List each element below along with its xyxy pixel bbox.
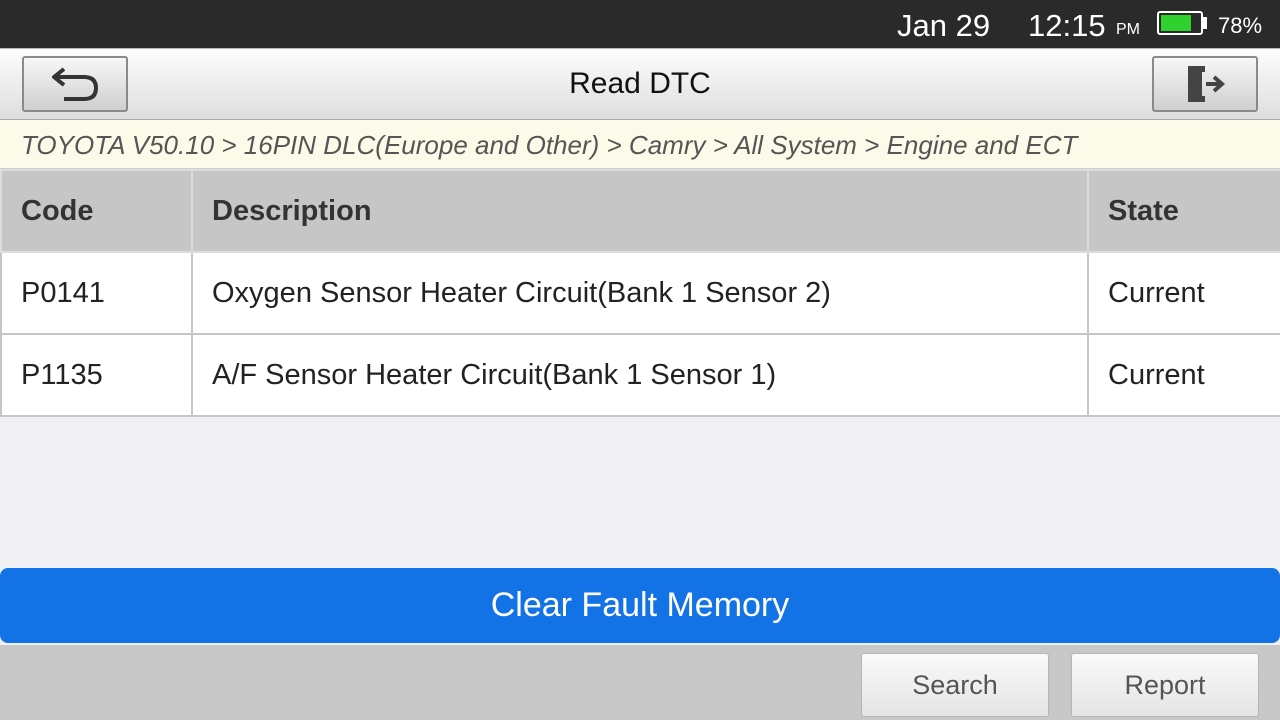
column-header-code: Code xyxy=(0,169,193,253)
dtc-code: P0141 xyxy=(0,251,193,335)
dtc-description: A/F Sensor Heater Circuit(Bank 1 Sensor … xyxy=(191,333,1089,417)
dtc-state: Current xyxy=(1087,333,1280,417)
battery-tip xyxy=(1203,17,1207,29)
dtc-code: P1135 xyxy=(0,333,193,417)
status-bar: Jan 29 12:15 PM 78% xyxy=(0,0,1280,48)
breadcrumb: TOYOTA V50.10 > 16PIN DLC(Europe and Oth… xyxy=(0,120,1280,169)
column-header-description: Description xyxy=(191,169,1089,253)
status-time: 12:15 xyxy=(1028,8,1106,43)
battery-level xyxy=(1161,15,1191,31)
battery-percent: 78% xyxy=(1218,13,1263,38)
dtc-table: Code Description State P0141 Oxygen Sens… xyxy=(0,169,1280,417)
page-title: Read DTC xyxy=(569,67,711,100)
dtc-state: Current xyxy=(1087,251,1280,335)
table-row[interactable]: P1135 A/F Sensor Heater Circuit(Bank 1 S… xyxy=(0,333,1280,417)
exit-door-icon xyxy=(1188,66,1226,102)
status-ampm: PM xyxy=(1116,21,1140,38)
status-date: Jan 29 xyxy=(897,8,991,43)
column-header-state: State xyxy=(1087,169,1280,253)
exit-button[interactable] xyxy=(1152,56,1258,112)
report-button[interactable]: Report xyxy=(1071,653,1259,717)
bottom-bar: Search Report xyxy=(0,645,1280,720)
clear-fault-memory-button[interactable]: Clear Fault Memory xyxy=(0,568,1280,643)
table-header-row: Code Description State xyxy=(0,169,1280,253)
table-row[interactable]: P0141 Oxygen Sensor Heater Circuit(Bank … xyxy=(0,251,1280,335)
title-bar: Read DTC xyxy=(0,48,1280,120)
search-button[interactable]: Search xyxy=(861,653,1049,717)
dtc-description: Oxygen Sensor Heater Circuit(Bank 1 Sens… xyxy=(191,251,1089,335)
battery-icon xyxy=(1157,11,1203,35)
